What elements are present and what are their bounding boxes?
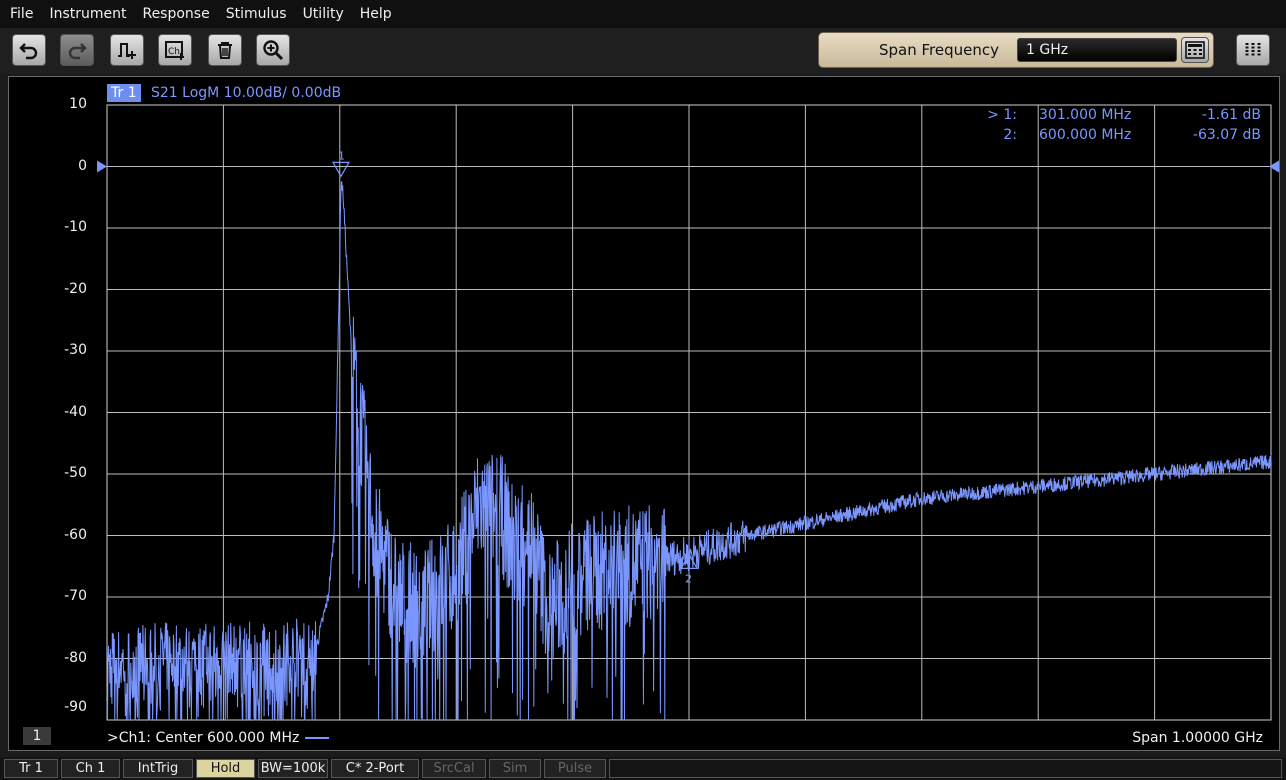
reference-level-left-arrow[interactable] xyxy=(97,160,107,173)
marker-2-value: -63.07 dB xyxy=(1192,127,1261,143)
channel-icon: Ch xyxy=(165,41,184,60)
y-tick-label: -50 xyxy=(64,465,87,481)
trace-info[interactable]: S21 LogM 10.00dB/ 0.00dB xyxy=(151,84,341,102)
undo-button[interactable] xyxy=(12,34,46,66)
zoom-in-button[interactable] xyxy=(256,34,290,66)
status-bar: Tr 1 Ch 1 IntTrig Hold BW=100k C* 2-Port… xyxy=(0,757,1286,780)
toolbar: Ch Span Frequency xyxy=(0,28,1286,74)
y-tick-label: -40 xyxy=(64,403,87,420)
marker-1-value: -1.61 dB xyxy=(1201,107,1261,123)
marker-1-id: 1 xyxy=(338,149,345,162)
trace-legend-line xyxy=(305,737,330,739)
y-tick-label: -20 xyxy=(64,280,87,297)
y-tick-label: -30 xyxy=(64,342,87,358)
marker-add-icon xyxy=(118,43,136,59)
status-srccal[interactable]: SrcCal xyxy=(422,759,486,778)
status-trace[interactable]: Tr 1 xyxy=(4,759,58,778)
plot-area[interactable]: 12 xyxy=(9,77,1279,750)
status-calibration[interactable]: C* 2-Port xyxy=(331,759,419,778)
y-tick-label: 10 xyxy=(69,96,87,112)
measurement-display: 12 Tr 1 S21 LogM 10.00dB/ 0.00dB 10 0 -10-… xyxy=(8,76,1280,751)
status-hold[interactable]: Hold xyxy=(196,759,255,778)
y-tick-label: 0 xyxy=(78,157,87,174)
y-tick-label: -10 xyxy=(64,219,87,235)
marker-2-label: 2: xyxy=(1003,127,1017,143)
marker-1-frequency: 301.000 MHz xyxy=(1039,107,1132,123)
menu-file[interactable]: File xyxy=(0,0,41,28)
y-tick-label: -70 xyxy=(64,588,87,604)
menu-bar: File Instrument Response Stimulus Utilit… xyxy=(0,0,1286,28)
menu-utility[interactable]: Utility xyxy=(295,0,352,28)
menu-stimulus[interactable]: Stimulus xyxy=(218,0,295,28)
status-pulse[interactable]: Pulse xyxy=(544,759,606,778)
status-spacer xyxy=(609,759,1282,778)
y-tick-label: -90 xyxy=(64,699,87,715)
menu-help[interactable]: Help xyxy=(352,0,400,28)
marker-1-label: > 1: xyxy=(987,107,1017,123)
span-frequency-label: Span Frequency xyxy=(879,41,999,59)
y-tick-label: -80 xyxy=(64,649,87,666)
menu-instrument[interactable]: Instrument xyxy=(41,0,134,28)
status-trigger[interactable]: IntTrig xyxy=(123,759,193,778)
span-frequency-panel: Span Frequency xyxy=(818,32,1214,68)
channel-indicator[interactable]: 1 xyxy=(23,727,51,745)
trace-tag[interactable]: Tr 1 xyxy=(107,84,141,102)
menu-grid-icon xyxy=(1245,43,1261,57)
delete-button[interactable] xyxy=(208,34,242,66)
status-channel[interactable]: Ch 1 xyxy=(61,759,120,778)
calculator-icon xyxy=(1185,41,1205,59)
undo-icon xyxy=(19,43,38,60)
menu-button[interactable] xyxy=(1236,34,1270,66)
center-frequency-readout[interactable]: >Ch1: Center 600.000 MHz xyxy=(107,730,330,746)
status-sim[interactable]: Sim xyxy=(489,759,541,778)
span-frequency-input[interactable] xyxy=(1017,38,1177,62)
redo-icon xyxy=(68,43,87,60)
trash-icon xyxy=(218,42,232,59)
add-marker-button[interactable] xyxy=(110,34,144,66)
marker-2-id: 2 xyxy=(685,572,692,585)
marker-1-triangle[interactable] xyxy=(331,161,350,178)
channel-button[interactable]: Ch xyxy=(158,34,192,66)
status-bandwidth[interactable]: BW=100k xyxy=(258,759,328,778)
menu-response[interactable]: Response xyxy=(134,0,217,28)
zoom-in-icon xyxy=(263,40,284,61)
marker-2-frequency: 600.000 MHz xyxy=(1039,127,1132,143)
keypad-button[interactable] xyxy=(1181,37,1209,63)
center-frequency-text: >Ch1: Center 600.000 MHz xyxy=(107,730,300,746)
span-readout[interactable]: Span 1.00000 GHz xyxy=(1132,730,1263,746)
svg-text:Ch: Ch xyxy=(168,47,180,57)
y-tick-label: -60 xyxy=(64,526,87,543)
redo-button[interactable] xyxy=(60,34,94,66)
